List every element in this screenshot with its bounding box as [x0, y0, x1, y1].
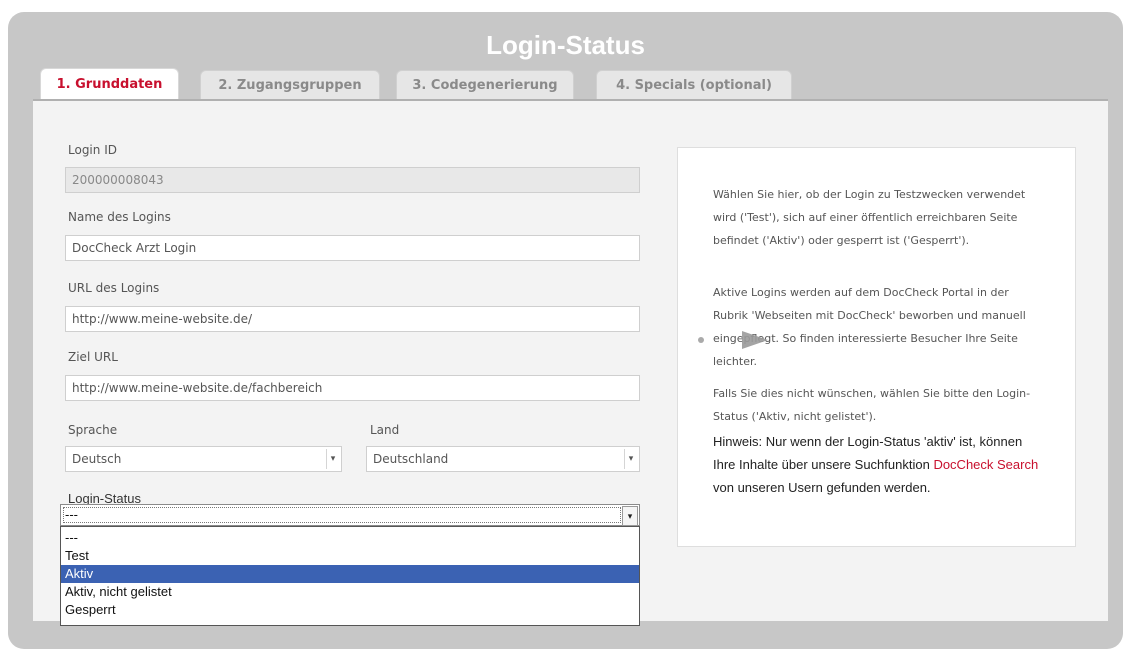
help-paragraph-1: Wählen Sie hier, ob der Login zu Testzwe…: [713, 188, 1026, 247]
login-status-select[interactable]: --- ▾: [60, 504, 640, 526]
chevron-down-icon: ▾: [326, 449, 339, 469]
pointer-arrow-icon: [742, 331, 768, 349]
target-url-label: Ziel URL: [68, 350, 118, 364]
pointer-dot-icon: [698, 337, 704, 343]
focus-ring: [63, 507, 621, 523]
login-id-label: Login ID: [68, 143, 117, 157]
language-select[interactable]: Deutsch ▾: [65, 446, 342, 472]
target-url-input[interactable]: http://www.meine-website.de/fachbereich: [65, 375, 640, 401]
language-label: Sprache: [68, 423, 118, 437]
chevron-down-icon: ▾: [624, 449, 637, 469]
login-url-label: URL des Logins: [68, 281, 160, 295]
help-note-text-end: von unseren Usern gefunden werden.: [713, 480, 931, 495]
chevron-down-icon: ▾: [622, 506, 638, 526]
help-paragraph-4: Hinweis: Nur wenn der Login-Status 'akti…: [713, 430, 1043, 499]
tab-specials[interactable]: 4. Specials (optional): [596, 70, 792, 100]
option-none[interactable]: ---: [61, 529, 639, 547]
login-name-input[interactable]: DocCheck Arzt Login: [65, 235, 640, 261]
language-value: Deutsch: [72, 452, 122, 466]
help-box: Wählen Sie hier, ob der Login zu Testzwe…: [677, 147, 1076, 547]
tab-grunddaten[interactable]: 1. Grunddaten: [40, 68, 179, 102]
login-id-field: 200000008043: [65, 167, 640, 193]
docCheck-search-link[interactable]: DocCheck Search: [933, 457, 1038, 472]
login-status-dropdown: --- Test Aktiv Aktiv, nicht gelistet Ges…: [60, 526, 640, 626]
country-select[interactable]: Deutschland ▾: [366, 446, 640, 472]
option-test[interactable]: Test: [61, 547, 639, 565]
option-aktiv[interactable]: Aktiv: [61, 565, 639, 583]
login-url-input[interactable]: http://www.meine-website.de/: [65, 306, 640, 332]
window-title: Login-Status: [486, 30, 645, 60]
tab-bar: 1. Grunddaten 2. Zugangsgruppen 3. Codeg…: [33, 66, 1108, 102]
tab-zugangsgruppen[interactable]: 2. Zugangsgruppen: [200, 70, 380, 100]
login-name-label: Name des Logins: [68, 210, 171, 224]
login-status-value: ---: [65, 507, 78, 522]
tab-codegenerierung[interactable]: 3. Codegenerierung: [396, 70, 574, 100]
option-aktiv-nicht-gelistet[interactable]: Aktiv, nicht gelistet: [61, 583, 639, 601]
country-value: Deutschland: [373, 452, 449, 466]
country-label: Land: [370, 423, 400, 437]
option-gesperrt[interactable]: Gesperrt: [61, 601, 639, 619]
help-paragraph-3: Falls Sie dies nicht wünschen, wählen Si…: [713, 387, 1031, 423]
help-paragraph-2: Aktive Logins werden auf dem DocCheck Po…: [713, 286, 1026, 368]
